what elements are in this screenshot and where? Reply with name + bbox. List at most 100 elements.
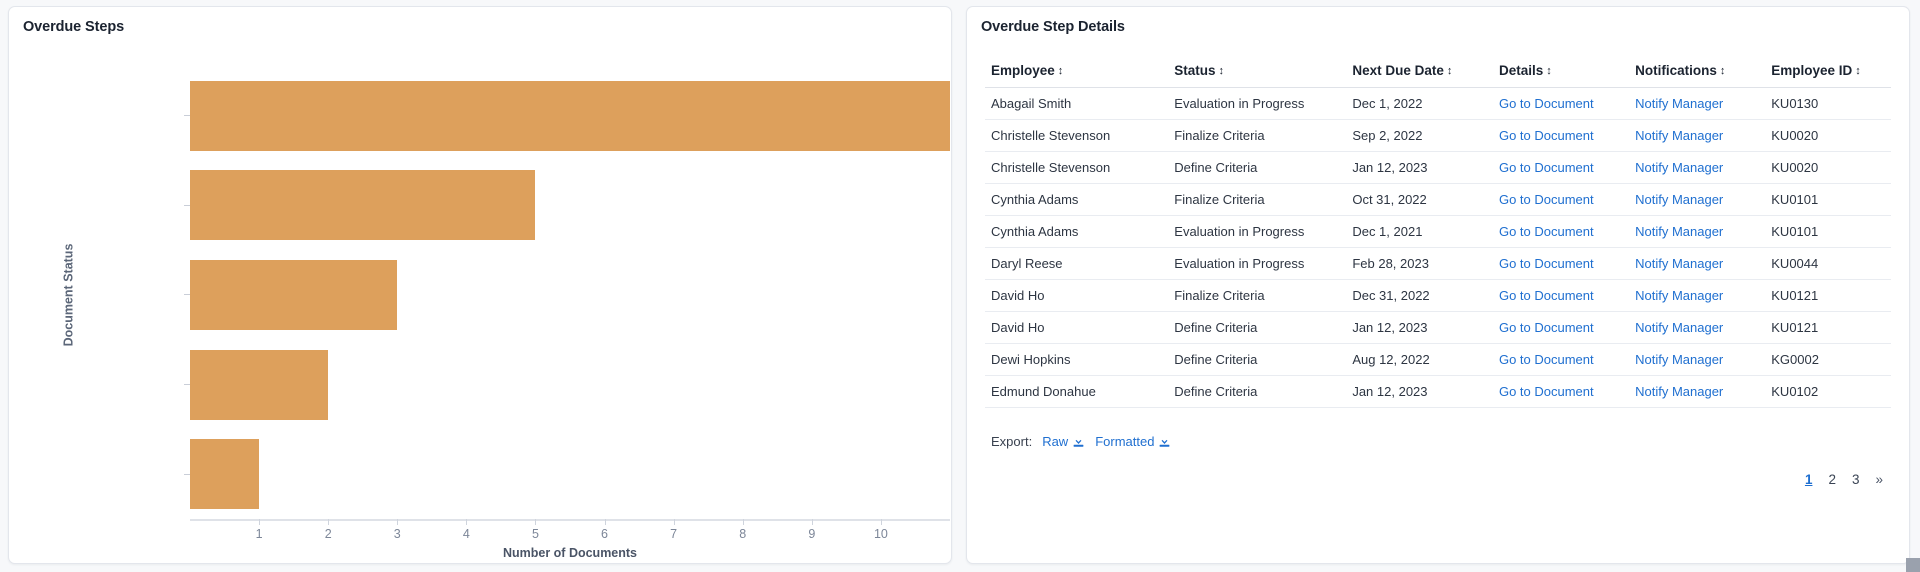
notify-manager-link[interactable]: Notify Manager	[1635, 128, 1723, 143]
sort-arrows-icon[interactable]: ↕	[1447, 66, 1453, 77]
go-to-document-link[interactable]: Go to Document	[1499, 352, 1594, 367]
x-tick-label: 4	[463, 527, 470, 541]
notify-manager-link-cell: Notify Manager	[1629, 152, 1765, 184]
x-tick-label: 10	[874, 527, 888, 541]
notify-manager-link[interactable]: Notify Manager	[1635, 96, 1723, 111]
cell-next-due-date: Dec 31, 2022	[1346, 280, 1493, 312]
y-tick-mark	[184, 384, 190, 385]
notify-manager-link[interactable]: Notify Manager	[1635, 256, 1723, 271]
sort-arrows-icon[interactable]: ↕	[1546, 66, 1552, 77]
cell-employee-id: KU0102	[1765, 376, 1891, 408]
bar[interactable]	[190, 81, 950, 151]
bar-row	[190, 340, 950, 430]
go-to-document-link[interactable]: Go to Document	[1499, 320, 1594, 335]
go-to-document-link-cell: Go to Document	[1493, 88, 1629, 120]
x-tick-mark	[397, 519, 398, 525]
bar[interactable]	[190, 170, 535, 240]
notify-manager-link[interactable]: Notify Manager	[1635, 320, 1723, 335]
next-page-link[interactable]: »	[1875, 472, 1883, 487]
cell-next-due-date: Jan 12, 2023	[1346, 312, 1493, 344]
cell-employee: Cynthia Adams	[985, 184, 1168, 216]
sort-arrows-icon[interactable]: ↕	[1058, 66, 1064, 77]
column-header-employee-id[interactable]: Employee ID↕	[1765, 57, 1891, 88]
go-to-document-link[interactable]: Go to Document	[1499, 128, 1594, 143]
download-icon	[1072, 435, 1085, 448]
bar[interactable]	[190, 350, 328, 420]
x-axis-title: Number of Documents	[190, 546, 950, 560]
plot-area	[190, 71, 950, 519]
sort-arrows-icon[interactable]: ↕	[1855, 66, 1861, 77]
column-header-details[interactable]: Details↕	[1493, 57, 1629, 88]
cell-next-due-date: Sep 2, 2022	[1346, 120, 1493, 152]
download-icon	[1158, 435, 1171, 448]
go-to-document-link[interactable]: Go to Document	[1499, 160, 1594, 175]
bar[interactable]	[190, 439, 259, 509]
column-header-status[interactable]: Status ↕	[1168, 57, 1346, 88]
cell-next-due-date: Aug 12, 2022	[1346, 344, 1493, 376]
cell-employee: David Ho	[985, 312, 1168, 344]
page-2-link[interactable]: 2	[1828, 472, 1836, 487]
bar-row	[190, 71, 950, 161]
notify-manager-link[interactable]: Notify Manager	[1635, 288, 1723, 303]
export-raw-link[interactable]: Raw	[1042, 434, 1085, 449]
cell-status: Finalize Criteria	[1168, 280, 1346, 312]
dashboard-root: Overdue Steps Document Status Number of …	[0, 0, 1920, 572]
x-tick-label: 9	[808, 527, 815, 541]
page-1-link[interactable]: 1	[1805, 472, 1813, 487]
cell-employee-id: KU0130	[1765, 88, 1891, 120]
notify-manager-link[interactable]: Notify Manager	[1635, 352, 1723, 367]
go-to-document-link[interactable]: Go to Document	[1499, 256, 1594, 271]
page-scrollbar-thumb[interactable]	[1906, 558, 1920, 572]
notify-manager-link-cell: Notify Manager	[1629, 216, 1765, 248]
page-3-link[interactable]: 3	[1852, 472, 1860, 487]
x-tick-mark	[674, 519, 675, 525]
cell-employee: Christelle Stevenson	[985, 120, 1168, 152]
x-tick-mark	[881, 519, 882, 525]
cell-employee: Christelle Stevenson	[985, 152, 1168, 184]
x-tick-mark	[812, 519, 813, 525]
table-row: Christelle StevensonFinalize CriteriaSep…	[985, 120, 1891, 152]
go-to-document-link[interactable]: Go to Document	[1499, 96, 1594, 111]
cell-employee-id: KU0020	[1765, 120, 1891, 152]
go-to-document-link[interactable]: Go to Document	[1499, 224, 1594, 239]
cell-status: Evaluation in Progress	[1168, 248, 1346, 280]
cell-employee-id: KG0002	[1765, 344, 1891, 376]
notify-manager-link-cell: Notify Manager	[1629, 280, 1765, 312]
column-header-next-due-date[interactable]: Next Due Date↕	[1346, 57, 1493, 88]
cell-employee-id: KU0121	[1765, 280, 1891, 312]
cell-employee-id: KU0020	[1765, 152, 1891, 184]
x-tick-label: 2	[325, 527, 332, 541]
notify-manager-link[interactable]: Notify Manager	[1635, 384, 1723, 399]
export-formatted-link[interactable]: Formatted	[1095, 434, 1171, 449]
pagination: 12 3 »	[1805, 472, 1883, 487]
table-row: David HoDefine CriteriaJan 12, 2023Go to…	[985, 312, 1891, 344]
column-header-status-label: Status	[1174, 63, 1215, 78]
cell-next-due-date: Dec 1, 2022	[1346, 88, 1493, 120]
sort-arrows-icon[interactable]: ↕	[1219, 66, 1225, 77]
details-table-wrap: Employee↕ Status ↕ Next Due Date↕ Details…	[967, 35, 1909, 408]
x-tick-label: 3	[394, 527, 401, 541]
column-header-notifications-label: Notifications	[1635, 63, 1717, 78]
go-to-document-link-cell: Go to Document	[1493, 312, 1629, 344]
table-row: David HoFinalize CriteriaDec 31, 2022Go …	[985, 280, 1891, 312]
table-body: Abagail SmithEvaluation in ProgressDec 1…	[985, 88, 1891, 408]
overdue-steps-table: Employee↕ Status ↕ Next Due Date↕ Details…	[985, 57, 1891, 408]
cell-employee-id: KU0044	[1765, 248, 1891, 280]
go-to-document-link[interactable]: Go to Document	[1499, 384, 1594, 399]
go-to-document-link[interactable]: Go to Document	[1499, 192, 1594, 207]
overdue-step-details-card: Overdue Step Details Employee↕ Status↕ N…	[966, 6, 1910, 564]
notify-manager-link[interactable]: Notify Manager	[1635, 160, 1723, 175]
export-raw-label: Raw	[1042, 434, 1068, 449]
notify-manager-link[interactable]: Notify Manager	[1635, 192, 1723, 207]
x-tick-label: 1	[256, 527, 263, 541]
bar[interactable]	[190, 260, 397, 330]
notify-manager-link[interactable]: Notify Manager	[1635, 224, 1723, 239]
go-to-document-link-cell: Go to Document	[1493, 216, 1629, 248]
column-header-employee[interactable]: Employee↕	[985, 57, 1168, 88]
column-header-notifications[interactable]: Notifications↕	[1629, 57, 1765, 88]
cell-status: Define Criteria	[1168, 376, 1346, 408]
sort-arrows-icon[interactable]: ↕	[1720, 66, 1726, 77]
go-to-document-link[interactable]: Go to Document	[1499, 288, 1594, 303]
table-header-row: Employee↕ Status ↕ Next Due Date↕ Details…	[985, 57, 1891, 88]
go-to-document-link-cell: Go to Document	[1493, 152, 1629, 184]
